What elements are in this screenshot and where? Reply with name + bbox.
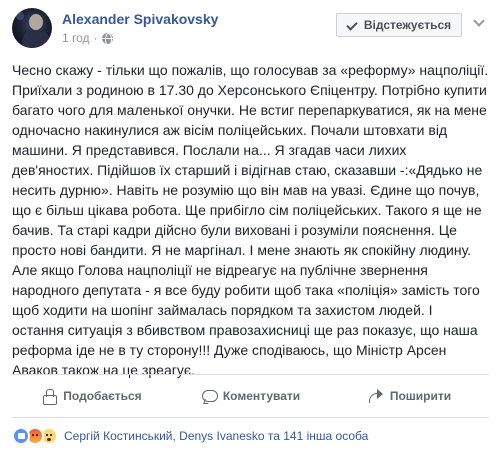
post-actions: Подобається Коментувати Поширити bbox=[12, 376, 489, 416]
reactions-summary[interactable]: Сергій Костинський, Denys Ivanesko та 14… bbox=[12, 426, 368, 446]
author-avatar[interactable] bbox=[12, 8, 52, 48]
like-button[interactable]: Подобається bbox=[12, 376, 171, 416]
share-icon bbox=[368, 388, 384, 404]
actions-divider-bottom bbox=[12, 417, 489, 418]
comment-button[interactable]: Коментувати bbox=[171, 376, 330, 416]
actions-divider-top bbox=[12, 374, 489, 375]
post-header: Alexander Spivakovsky 1 год · Відстежуєт… bbox=[12, 8, 489, 54]
wow-eyes bbox=[46, 434, 52, 436]
like-label: Подобається bbox=[63, 389, 142, 403]
avatar-face bbox=[29, 14, 43, 30]
wow-mouth bbox=[47, 438, 51, 441]
follow-button[interactable]: Відстежується bbox=[336, 13, 462, 37]
follow-label: Відстежується bbox=[363, 18, 452, 32]
avatar-body bbox=[22, 30, 50, 48]
chevron-down-icon bbox=[473, 15, 485, 27]
comment-icon bbox=[201, 388, 218, 404]
share-button[interactable]: Поширити bbox=[330, 376, 489, 416]
post-options-button[interactable] bbox=[469, 15, 489, 31]
comment-label: Коментувати bbox=[222, 389, 301, 403]
like-reaction-icon bbox=[12, 427, 30, 445]
author-name[interactable]: Alexander Spivakovsky bbox=[62, 11, 218, 27]
angry-eyes bbox=[32, 434, 38, 436]
reaction-names[interactable]: Сергій Костинський, Denys Ivanesko та 14… bbox=[64, 429, 368, 443]
post-time[interactable]: 1 год bbox=[62, 31, 90, 45]
post-meta: 1 год · bbox=[62, 31, 113, 46]
post-text: Чесно скажу - тільки що пожалів, що голо… bbox=[12, 62, 489, 378]
avatar-light bbox=[16, 12, 24, 20]
share-label: Поширити bbox=[389, 389, 452, 403]
thumbs-up-icon bbox=[41, 388, 58, 405]
check-icon bbox=[347, 19, 359, 31]
globe-icon bbox=[101, 32, 113, 46]
meta-separator: · bbox=[93, 31, 98, 45]
